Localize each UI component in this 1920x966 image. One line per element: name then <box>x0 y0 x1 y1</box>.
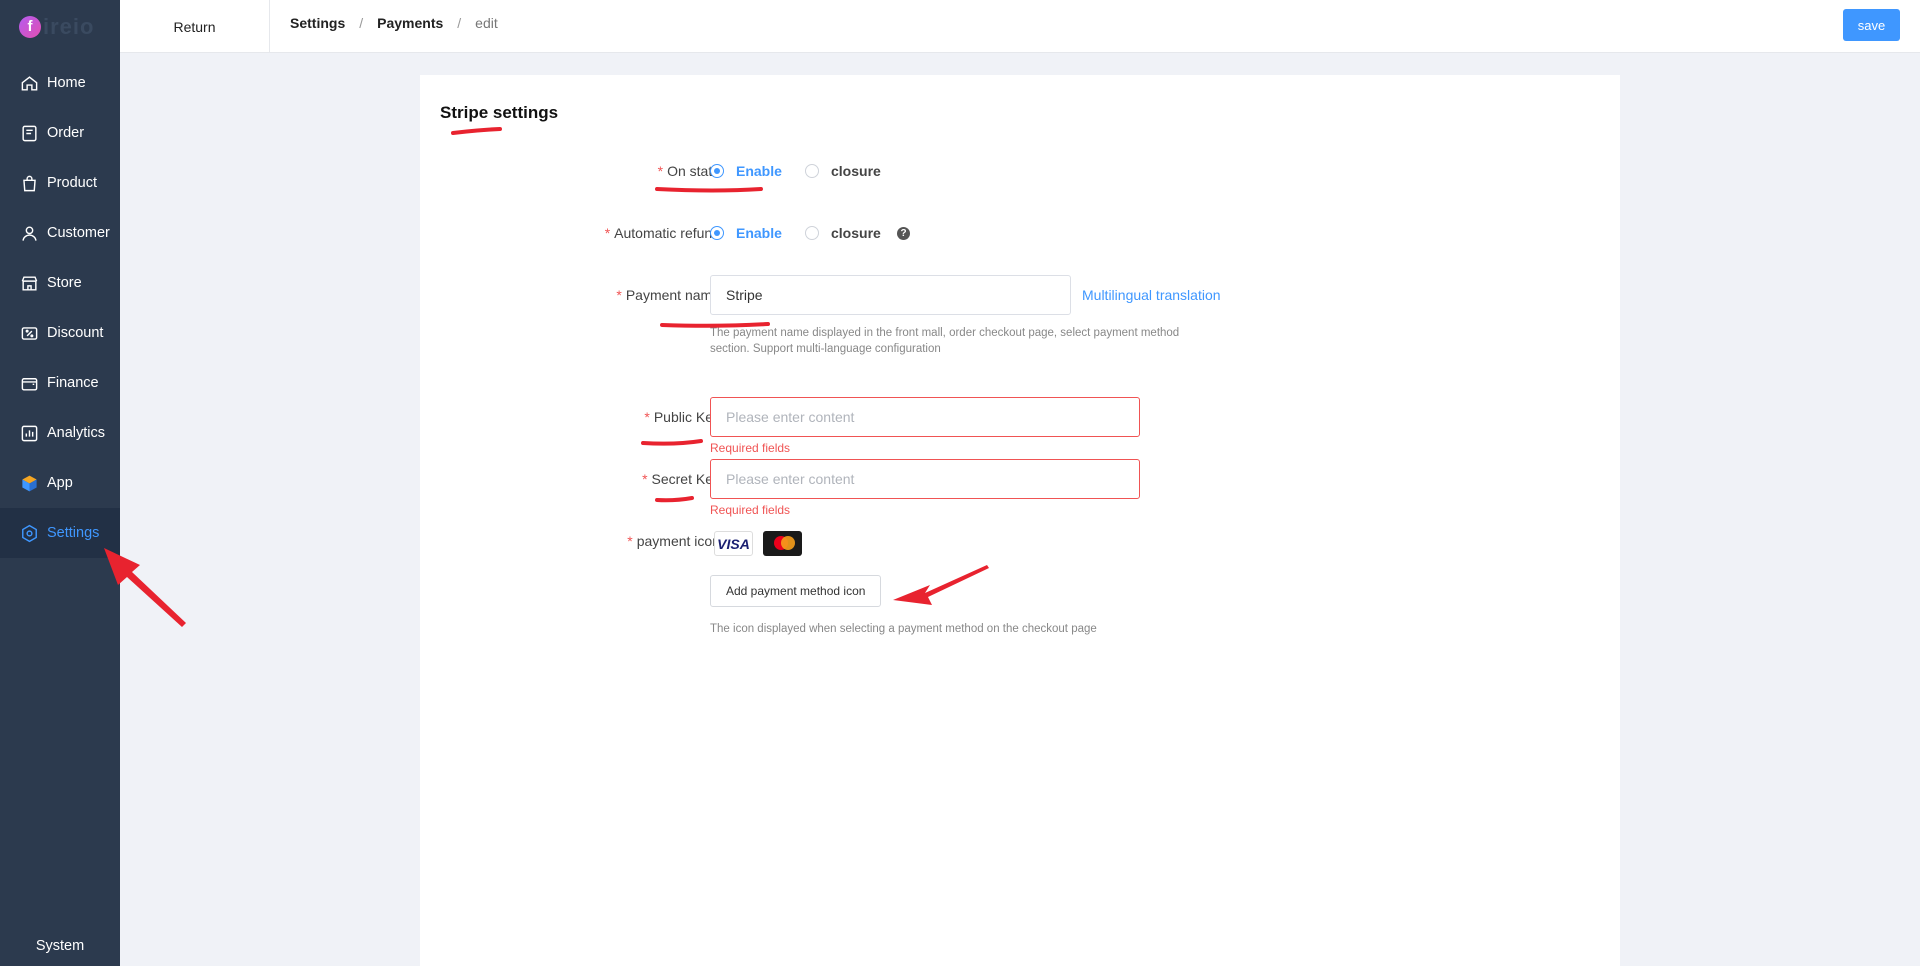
sidebar: f ireio Home Order Product Customer Stor… <box>0 0 120 966</box>
secret-key-label: * Secret Key <box>420 471 720 487</box>
top-header: Return Settings / Payments / edit save <box>120 0 1920 53</box>
on-state-enable-radio[interactable]: Enable <box>710 163 782 179</box>
sidebar-item-customer[interactable]: Customer <box>0 208 120 258</box>
radio-dot <box>805 164 819 178</box>
radio-label: Enable <box>736 163 782 179</box>
sidebar-item-label: Order <box>47 125 85 141</box>
order-icon <box>22 125 37 141</box>
app-cube-icon <box>22 475 37 491</box>
return-button[interactable]: Return <box>120 0 270 53</box>
sidebar-item-product[interactable]: Product <box>0 158 120 208</box>
gear-icon <box>22 524 37 542</box>
sidebar-item-label: Analytics <box>47 425 106 441</box>
breadcrumb-payments[interactable]: Payments <box>377 15 443 31</box>
help-icon[interactable]: ? <box>897 227 910 240</box>
payment-icon-label: * payment icon <box>420 533 720 549</box>
label-text: Automatic refund <box>614 225 720 241</box>
discount-icon <box>21 326 38 340</box>
sidebar-item-label: App <box>47 475 73 491</box>
sidebar-item-label: Product <box>47 175 97 191</box>
page-title: Stripe settings <box>440 103 559 122</box>
public-key-input[interactable] <box>710 397 1140 437</box>
bag-icon <box>23 175 36 191</box>
breadcrumb-separator: / <box>359 15 364 31</box>
sidebar-item-label: Customer <box>47 225 110 241</box>
visa-icon: VISA <box>714 531 753 556</box>
sidebar-item-label: Settings <box>47 525 100 541</box>
logo-text: ireio <box>43 13 95 39</box>
mastercard-icon <box>763 531 802 556</box>
wallet-icon <box>21 377 38 391</box>
sidebar-item-app[interactable]: App <box>0 458 120 508</box>
save-button[interactable]: save <box>1843 9 1900 41</box>
secret-key-error: Required fields <box>710 503 791 517</box>
sidebar-item-finance[interactable]: Finance <box>0 358 120 408</box>
payment-icon-hint: The icon displayed when selecting a paym… <box>710 623 1097 635</box>
breadcrumb-edit: edit <box>475 15 498 31</box>
required-mark: * <box>604 225 611 241</box>
home-icon <box>21 75 38 91</box>
breadcrumb-separator: / <box>457 15 462 31</box>
radio-dot <box>805 226 819 240</box>
label-text: payment icon <box>636 533 720 549</box>
mastercard-yellow-circle <box>781 536 795 550</box>
label-text: Payment name <box>625 287 720 303</box>
radio-label: closure <box>831 225 881 241</box>
radio-label: Enable <box>736 225 782 241</box>
sidebar-item-store[interactable]: Store <box>0 258 120 308</box>
auto-refund-closure-radio[interactable]: closure <box>805 225 881 241</box>
user-icon <box>22 225 37 241</box>
required-mark: * <box>642 471 648 487</box>
sidebar-item-order[interactable]: Order <box>0 108 120 158</box>
payment-name-hint: The payment name displayed in the front … <box>710 327 1180 355</box>
settings-card: Stripe settings * On state Enable closure… <box>420 75 1620 966</box>
required-mark: * <box>657 163 664 179</box>
sidebar-item-label: Discount <box>47 325 104 341</box>
sidebar-item-analytics[interactable]: Analytics <box>0 408 120 458</box>
required-mark: * <box>644 409 650 425</box>
radio-dot <box>710 164 724 178</box>
secret-key-input[interactable] <box>710 459 1140 499</box>
add-payment-method-icon-button[interactable]: Add payment method icon <box>710 575 882 607</box>
multilingual-translation-link[interactable]: Multilingual translation <box>1082 287 1221 303</box>
sidebar-item-home[interactable]: Home <box>0 58 120 108</box>
store-icon <box>21 275 38 291</box>
sidebar-item-label: Home <box>47 75 86 91</box>
sidebar-item-label: Finance <box>47 375 99 391</box>
auto-refund-label: * Automatic refund <box>420 225 720 241</box>
payment-name-input[interactable] <box>710 275 1071 315</box>
sidebar-item-settings[interactable]: Settings <box>0 508 120 558</box>
on-state-closure-radio[interactable]: closure <box>805 163 881 179</box>
brand-logo[interactable]: f ireio <box>0 0 120 53</box>
sidebar-item-label: Store <box>47 275 82 291</box>
breadcrumb-settings[interactable]: Settings <box>290 15 345 31</box>
public-key-label: * Public Key <box>420 409 720 425</box>
public-key-error: Required fields <box>710 441 791 455</box>
auto-refund-enable-radio[interactable]: Enable <box>710 225 782 241</box>
radio-label: closure <box>831 163 881 179</box>
chart-icon <box>21 425 38 441</box>
system-menu[interactable]: System <box>0 938 120 954</box>
radio-dot <box>710 226 724 240</box>
required-mark: * <box>627 533 633 549</box>
required-mark: * <box>616 287 622 303</box>
breadcrumb: Settings / Payments / edit <box>290 0 498 46</box>
logo-mark: f <box>19 15 41 38</box>
on-state-label: * On state <box>420 163 720 179</box>
sidebar-item-discount[interactable]: Discount <box>0 308 120 358</box>
payment-name-label: * Payment name <box>420 287 720 303</box>
